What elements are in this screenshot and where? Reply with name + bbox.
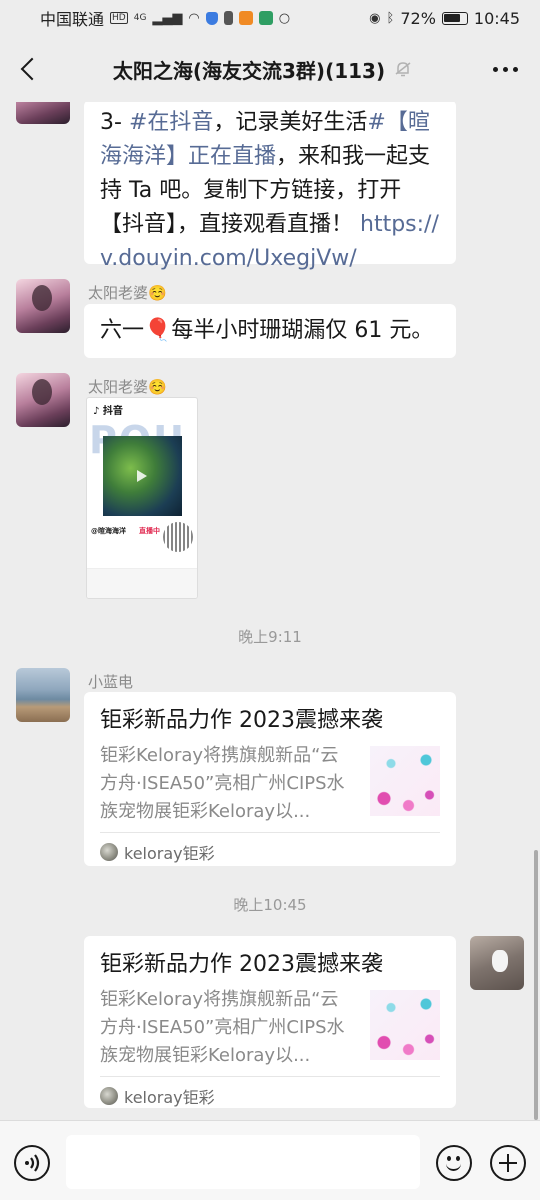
timestamp: 晚上10:45 [233, 896, 307, 914]
battery-app-icon [223, 11, 233, 25]
live-badge: 直播中 [139, 527, 160, 535]
avatar[interactable] [470, 936, 524, 990]
message-bubble[interactable]: 3- #在抖音，记录美好生活#【暄海海洋】正在直播，来和我一起支持 Ta 吧。复… [84, 102, 456, 271]
article-thumbnail [370, 990, 440, 1060]
more-options-button[interactable] [470, 36, 540, 102]
hd-badge: HD [110, 12, 128, 24]
message-bubble[interactable]: 六一🎈每半小时珊瑚漏仅 61 元。 [84, 304, 456, 358]
article-source: keloray钜彩 [100, 840, 215, 864]
sender-name: 太阳老婆☺️ [88, 284, 167, 302]
article-source: keloray钜彩 [100, 1084, 215, 1108]
more-dot-icon [492, 66, 498, 72]
douyin-share-image[interactable]: ♪ 抖音 POU @暄海海洋 直播中 [86, 397, 198, 599]
source-avatar-icon [100, 843, 118, 861]
message-text-part: 3- [100, 110, 129, 135]
shield-app-icon [205, 11, 218, 25]
article-card[interactable]: 钜彩新品力作 2023震撼来袭 钜彩Keloray将携旗舰新品“云方舟·ISEA… [84, 936, 456, 1108]
network-badge: 4G [133, 13, 147, 23]
article-description: 钜彩Keloray将携旗舰新品“云方舟·ISEA50”亮相广州CIPS水族宠物展… [100, 745, 345, 822]
chat-title-wrap: 太阳之海(海友交流3群)(113) [56, 55, 470, 84]
scrollbar[interactable] [534, 850, 538, 1120]
carrier-label: 中国联通 [40, 10, 105, 29]
more-dot-icon [512, 66, 518, 72]
timestamp: 晚上9:11 [238, 628, 302, 646]
voice-icon [25, 1154, 40, 1172]
chat-title: 太阳之海(海友交流3群)(113) [112, 58, 386, 83]
app-notification-icon [258, 11, 273, 25]
divider [100, 1076, 440, 1077]
source-avatar-icon [100, 1087, 118, 1105]
status-left: 中国联通 HD 4G ▂▄▆ ◠ ○ [40, 6, 290, 30]
live-preview-image [103, 436, 182, 516]
mute-bell-icon [395, 62, 411, 77]
douyin-card-footer [87, 568, 197, 598]
douyin-account-name: @暄海海洋 [91, 527, 126, 535]
avatar[interactable] [16, 102, 70, 124]
input-bar [0, 1120, 540, 1200]
hashtag-link[interactable]: #在抖音 [129, 110, 213, 135]
wifi-icon: ◠ [188, 10, 200, 26]
more-dot-icon [502, 66, 508, 72]
avatar[interactable] [16, 668, 70, 722]
source-name: keloray钜彩 [124, 844, 215, 863]
message-list[interactable]: 3- #在抖音，记录美好生活#【暄海海洋】正在直播，来和我一起支持 Ta 吧。复… [0, 102, 540, 1120]
bluetooth-icon: ᛒ [386, 10, 395, 26]
emoji-button[interactable] [436, 1145, 472, 1181]
clock: 10:45 [473, 8, 520, 28]
divider [100, 832, 440, 833]
article-title: 钜彩新品力作 2023震撼来袭 [100, 708, 383, 733]
sender-name: 小蓝电 [88, 673, 134, 691]
source-name: keloray钜彩 [124, 1088, 215, 1107]
back-button[interactable] [0, 36, 56, 102]
voice-button[interactable] [14, 1145, 50, 1181]
article-card[interactable]: 钜彩新品力作 2023震撼来袭 钜彩Keloray将携旗舰新品“云方舟·ISEA… [84, 692, 456, 866]
battery-icon [441, 11, 468, 25]
eye-icon: ◉ [369, 10, 381, 26]
article-description: 钜彩Keloray将携旗舰新品“云方舟·ISEA50”亮相广州CIPS水族宠物展… [100, 989, 345, 1066]
article-thumbnail [370, 746, 440, 816]
avatar[interactable] [16, 279, 70, 333]
chat-header: 太阳之海(海友交流3群)(113) [0, 36, 540, 102]
message-text-part: ，记录美好生活 [213, 110, 368, 135]
sender-name: 太阳老婆☺️ [88, 378, 167, 396]
back-chevron-icon [20, 57, 44, 81]
emoji-icon [438, 1147, 470, 1179]
message-input[interactable] [66, 1135, 420, 1189]
play-app-icon [238, 11, 253, 25]
play-icon [137, 470, 147, 482]
message-text: 六一🎈每半小时珊瑚漏仅 61 元。 [100, 318, 434, 343]
status-right: ◉ ᛒ 72% 10:45 [369, 9, 520, 28]
plus-icon [492, 1147, 524, 1179]
signal-icon: ▂▄▆ [152, 10, 183, 26]
article-title: 钜彩新品力作 2023震撼来袭 [100, 952, 383, 977]
message-text: 3- #在抖音，记录美好生活#【暄海海洋】正在直播，来和我一起支持 Ta 吧。复… [84, 102, 456, 282]
status-bar: 中国联通 HD 4G ▂▄▆ ◠ ○ ◉ ᛒ 72% 10:45 [0, 0, 540, 36]
more-functions-button[interactable] [490, 1145, 526, 1181]
avatar[interactable] [16, 373, 70, 427]
qr-code-icon [163, 522, 193, 552]
battery-percent: 72% [400, 8, 436, 28]
circle-notification-icon: ○ [278, 10, 291, 26]
